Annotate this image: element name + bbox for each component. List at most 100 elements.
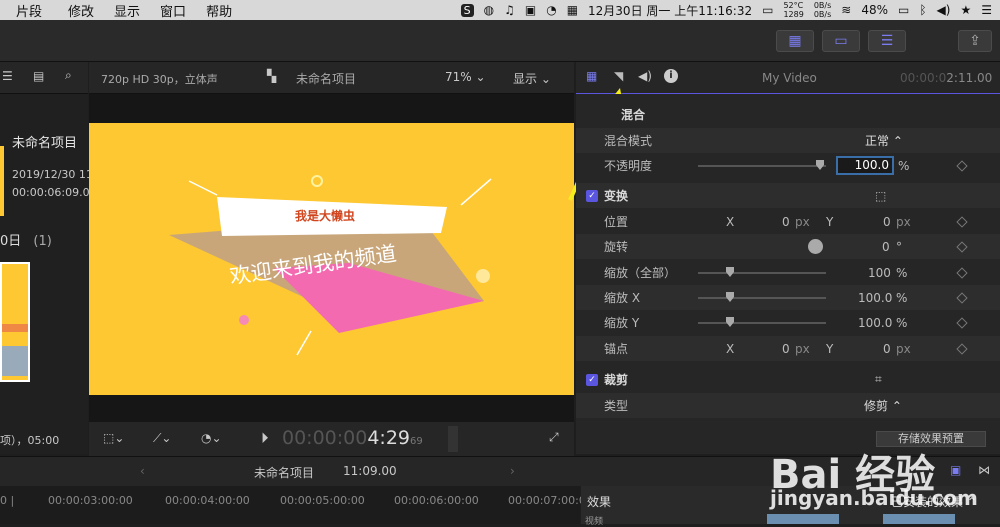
rotation-keyframe-icon[interactable]	[956, 240, 968, 253]
ruler-tick: 00:00:04:00:00	[165, 494, 250, 507]
globe-icon[interactable]: ◍	[484, 3, 494, 17]
battery-percent[interactable]: 48%	[861, 3, 888, 17]
timeline-back-icon[interactable]: ‹	[140, 464, 145, 478]
opacity-slider[interactable]	[698, 160, 826, 170]
browser-toggle-button[interactable]: ▦	[776, 30, 814, 52]
audio-inspector-icon[interactable]: ◀)	[638, 69, 652, 83]
timecode-display: 00:00:004:2969	[282, 427, 423, 449]
position-x-field[interactable]: 0	[782, 215, 790, 229]
scale-y-field[interactable]: 100.0	[858, 316, 892, 330]
filmstrip-icon[interactable]: ▤	[33, 69, 44, 83]
scale-all-keyframe-icon[interactable]	[956, 266, 968, 279]
enhance-tool-icon[interactable]: ⟋⌄	[153, 431, 171, 446]
list-view-icon[interactable]: ☰	[2, 69, 13, 83]
timeline-ruler[interactable]: 0 | 00:00:03:00:00 00:00:04:00:00 00:00:…	[0, 486, 593, 524]
anchor-x-field[interactable]: 0	[782, 342, 790, 356]
crop-type-row: 类型 修剪 ⌃	[576, 393, 1000, 418]
fullscreen-icon[interactable]: ⤢	[549, 430, 559, 445]
watermark-url: jingyan.baidu.com	[770, 486, 978, 510]
info-inspector-icon[interactable]: i	[664, 69, 678, 83]
blend-mode-select[interactable]: 正常 ⌃	[865, 132, 903, 149]
search-icon[interactable]: ⌕	[65, 68, 72, 83]
display-icon[interactable]: ▣	[525, 3, 536, 17]
opacity-field[interactable]: 100.0	[836, 156, 894, 175]
cpu-stats: 52°C 1289	[783, 1, 804, 19]
opacity-row: 不透明度 100.0 %	[576, 153, 1000, 178]
anchor-y-field[interactable]: 0	[883, 342, 891, 356]
menu-view[interactable]: 显示	[114, 1, 140, 20]
title-inspector-icon[interactable]: ◥	[614, 69, 623, 83]
clip-thumbnail[interactable]	[0, 262, 30, 382]
effect-thumbnail[interactable]	[883, 514, 955, 524]
effect-thumbnail[interactable]	[767, 514, 839, 524]
calendar-icon[interactable]: ▦	[567, 3, 578, 17]
menu-window[interactable]: 窗口	[160, 1, 186, 20]
crop-checkbox[interactable]: ✓	[586, 373, 598, 386]
transform-checkbox[interactable]: ✓	[586, 189, 598, 202]
display-menu[interactable]: 显示 ⌄	[513, 70, 551, 87]
crop-section: ✓ 裁剪 ⌗	[576, 367, 1000, 392]
bluetooth-icon[interactable]: ᛒ	[919, 3, 926, 17]
transform-tool-icon[interactable]: ⬚⌄	[103, 431, 124, 445]
project-duration: 00:00:06:09.0	[12, 186, 90, 199]
wifi-icon[interactable]: ≋	[841, 3, 851, 17]
audio-meter	[448, 426, 458, 452]
datetime[interactable]: 12月30日 周一 上午11:16:32	[588, 2, 752, 19]
video-inspector-icon[interactable]: ▦	[586, 69, 597, 83]
timeline-project-name: 未命名项目	[254, 466, 315, 480]
effects-browser-icon[interactable]: ▣	[950, 463, 961, 477]
scale-all-slider[interactable]	[698, 267, 826, 277]
format-label[interactable]: 720p HD 30p，立体声	[101, 71, 218, 87]
scale-x-field[interactable]: 100.0	[858, 291, 892, 305]
transitions-browser-icon[interactable]: ⋈	[978, 463, 990, 477]
scale-y-slider[interactable]	[698, 317, 826, 327]
scale-x-row: 缩放 X 100.0 %	[576, 285, 1000, 310]
rotation-dial[interactable]	[808, 239, 823, 254]
speed-tool-icon[interactable]: ◔⌄	[201, 431, 222, 445]
inspector-title: My Video	[762, 71, 817, 85]
app-s-icon[interactable]: S	[460, 3, 474, 17]
menu-help[interactable]: 帮助	[206, 1, 232, 20]
browser-panel: 未命名项目 2019/12/30 11 00:00:06:09.0 0日 (1)…	[0, 94, 93, 454]
opacity-keyframe-icon[interactable]	[956, 159, 968, 172]
inspector-panel: 混合 混合模式 正常 ⌃ 不透明度 100.0 % ✓ 变换 ⬚ 位置 X 0 …	[576, 94, 1000, 454]
zoom-menu[interactable]: 71% ⌄	[445, 70, 486, 84]
position-keyframe-icon[interactable]	[956, 215, 968, 228]
position-y-field[interactable]: 0	[883, 215, 891, 229]
video-category-label[interactable]: 视频	[585, 514, 603, 527]
scale-x-keyframe-icon[interactable]	[956, 291, 968, 304]
music-icon[interactable]: ♫	[504, 3, 515, 17]
menu-modify[interactable]: 修改	[68, 1, 94, 20]
grid-icon: ▦	[788, 33, 802, 49]
menu-clip[interactable]: 片段	[16, 1, 42, 20]
speed-icon[interactable]: ◔	[546, 3, 556, 17]
scale-x-slider[interactable]	[698, 292, 826, 302]
viewer-controls: ⬚⌄ ⟋⌄ ◔⌄ ⏵ 00:00:004:2969 ⤢	[89, 422, 574, 456]
timeline-forward-icon[interactable]: ›	[510, 464, 515, 478]
share-button[interactable]: ⇪	[958, 30, 992, 52]
share-icon: ⇪	[969, 33, 981, 49]
browser-header: ☰ ▤ ⌕	[0, 62, 88, 94]
play-button[interactable]: ⏵	[261, 429, 269, 447]
blend-section: 混合	[621, 108, 646, 122]
transform-onscreen-icon[interactable]: ⬚	[875, 189, 886, 203]
volume-icon[interactable]: ◀)	[937, 3, 951, 17]
crop-type-select[interactable]: 修剪 ⌃	[864, 397, 902, 414]
ruler-tick: 00:00:03:00:00	[48, 494, 133, 507]
timeline-toggle-button[interactable]: ▭	[822, 30, 860, 52]
rotation-field[interactable]: 0	[882, 240, 890, 254]
battery-icon[interactable]: ▭	[898, 3, 909, 17]
star-icon[interactable]: ★	[960, 3, 971, 17]
list-icon[interactable]: ☰	[981, 3, 992, 17]
effects-label: 效果	[587, 495, 612, 509]
anchor-keyframe-icon[interactable]	[956, 342, 968, 355]
scale-y-keyframe-icon[interactable]	[956, 316, 968, 329]
scale-all-field[interactable]: 100	[868, 266, 891, 280]
viewer-header: 720p HD 30p，立体声 ▚ 未命名项目 71% ⌄ 显示 ⌄	[89, 62, 574, 94]
sliders-icon: ☰	[880, 33, 894, 49]
video-canvas[interactable]: 我是大懒虫 欢迎来到我的频道	[89, 123, 574, 395]
crop-onscreen-icon[interactable]: ⌗	[875, 372, 882, 387]
project-name[interactable]: 未命名项目	[12, 132, 77, 151]
inspector-toggle-button[interactable]: ☰	[868, 30, 906, 52]
net-stats: 0B/s 0B/s	[813, 1, 832, 19]
